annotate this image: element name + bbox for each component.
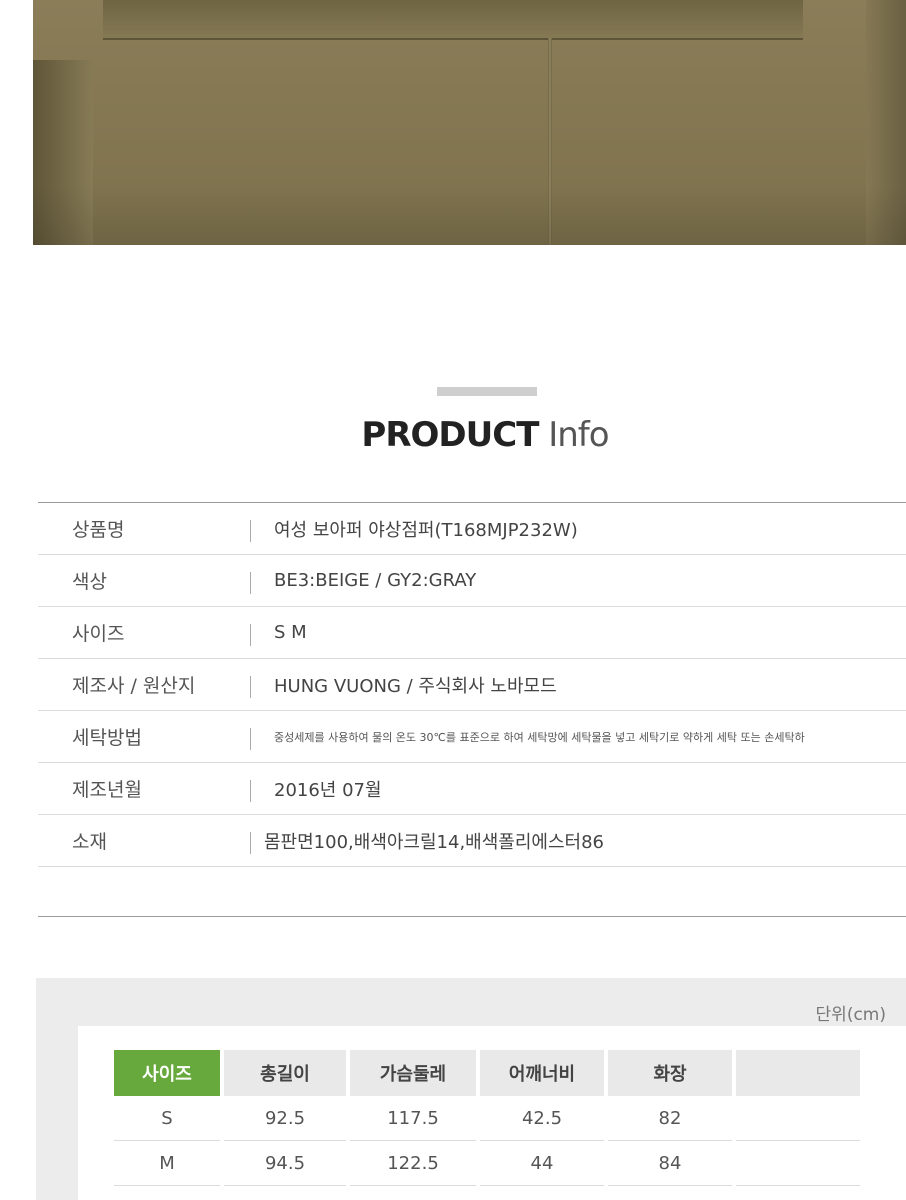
product-photo — [33, 0, 906, 245]
size-header-length: 총길이 — [224, 1050, 346, 1096]
info-value: 여성 보아퍼 야상점퍼(T168MJP232W) — [274, 519, 578, 541]
title-divider-bar — [437, 387, 537, 396]
info-row-color: 색상 BE3:BEIGE / GY2:GRAY — [38, 555, 906, 607]
size-cell — [736, 1096, 860, 1141]
size-cell: S — [114, 1096, 220, 1141]
info-label: 제조년월 — [72, 779, 142, 801]
info-row-size: 사이즈 S M — [38, 607, 906, 659]
info-row-material: 소재 몸판면100,배색아크릴14,배색폴리에스터86 — [38, 815, 906, 867]
size-header-sleeve: 화장 — [608, 1050, 732, 1096]
info-row-date: 제조년월 2016년 07월 — [38, 763, 906, 815]
info-separator — [250, 572, 251, 594]
size-cell: 42.5 — [480, 1096, 604, 1141]
info-value: 2016년 07월 — [274, 779, 382, 801]
size-header-shoulder: 어깨너비 — [480, 1050, 604, 1096]
size-cell: 82 — [608, 1096, 732, 1141]
info-row-washing: 세탁방법 중성세제를 사용하여 물의 온도 30℃를 표준으로 하여 세탁망에 … — [38, 711, 906, 763]
info-separator — [250, 520, 251, 542]
size-cell: 94.5 — [224, 1141, 346, 1186]
info-label: 제조사 / 원산지 — [72, 675, 196, 697]
size-table-header: 사이즈 총길이 가슴둘레 어깨너비 화장 — [114, 1050, 860, 1096]
size-chart-inner: 사이즈 총길이 가슴둘레 어깨너비 화장 S 92.5 117.5 42.5 8… — [78, 1026, 906, 1200]
info-value: HUNG VUONG / 주식회사 노바모드 — [274, 675, 557, 697]
info-label: 소재 — [72, 831, 107, 853]
info-row-name: 상품명 여성 보아퍼 야상점퍼(T168MJP232W) — [38, 503, 906, 555]
size-cell — [736, 1141, 860, 1186]
photo-shade — [33, 185, 906, 245]
size-table: 사이즈 총길이 가슴둘레 어깨너비 화장 S 92.5 117.5 42.5 8… — [110, 1050, 864, 1186]
size-cell: M — [114, 1141, 220, 1186]
info-separator — [250, 676, 251, 698]
info-value: 중성세제를 사용하여 물의 온도 30℃를 표준으로 하여 세탁망에 세탁물을 … — [274, 730, 805, 744]
size-header-chest: 가슴둘레 — [350, 1050, 476, 1096]
info-value: BE3:BEIGE / GY2:GRAY — [274, 570, 477, 591]
size-cell: 117.5 — [350, 1096, 476, 1141]
info-separator — [250, 780, 251, 802]
info-value: 몸판면100,배색아크릴14,배색폴리에스터86 — [264, 831, 605, 853]
size-unit-label: 단위(cm) — [815, 1005, 886, 1025]
info-row-maker: 제조사 / 원산지 HUNG VUONG / 주식회사 노바모드 — [38, 659, 906, 711]
title-thin: Info — [548, 415, 609, 455]
info-separator — [250, 728, 251, 750]
size-header-size: 사이즈 — [114, 1050, 220, 1096]
info-value: S M — [274, 622, 307, 643]
info-separator — [250, 624, 251, 646]
size-chart-panel: 단위(cm) 사이즈 총길이 가슴둘레 어깨너비 화장 S 92.5 117.5… — [36, 978, 906, 1200]
table-row: S 92.5 117.5 42.5 82 — [114, 1096, 860, 1141]
info-separator — [250, 832, 251, 854]
product-info-table: 상품명 여성 보아퍼 야상점퍼(T168MJP232W) 색상 BE3:BEIG… — [38, 502, 906, 867]
info-label: 세탁방법 — [72, 727, 142, 749]
size-cell: 122.5 — [350, 1141, 476, 1186]
photo-collar-detail — [103, 0, 803, 40]
info-label: 색상 — [72, 571, 107, 593]
info-label: 상품명 — [72, 519, 125, 541]
size-header-empty — [736, 1050, 860, 1096]
page-title: PRODUCT Info — [0, 415, 906, 455]
table-row: M 94.5 122.5 44 84 — [114, 1141, 860, 1186]
size-cell: 44 — [480, 1141, 604, 1186]
size-cell: 84 — [608, 1141, 732, 1186]
info-label: 사이즈 — [72, 623, 125, 645]
info-table-bottom-rule — [38, 916, 906, 917]
title-bold: PRODUCT — [361, 415, 539, 455]
size-cell: 92.5 — [224, 1096, 346, 1141]
